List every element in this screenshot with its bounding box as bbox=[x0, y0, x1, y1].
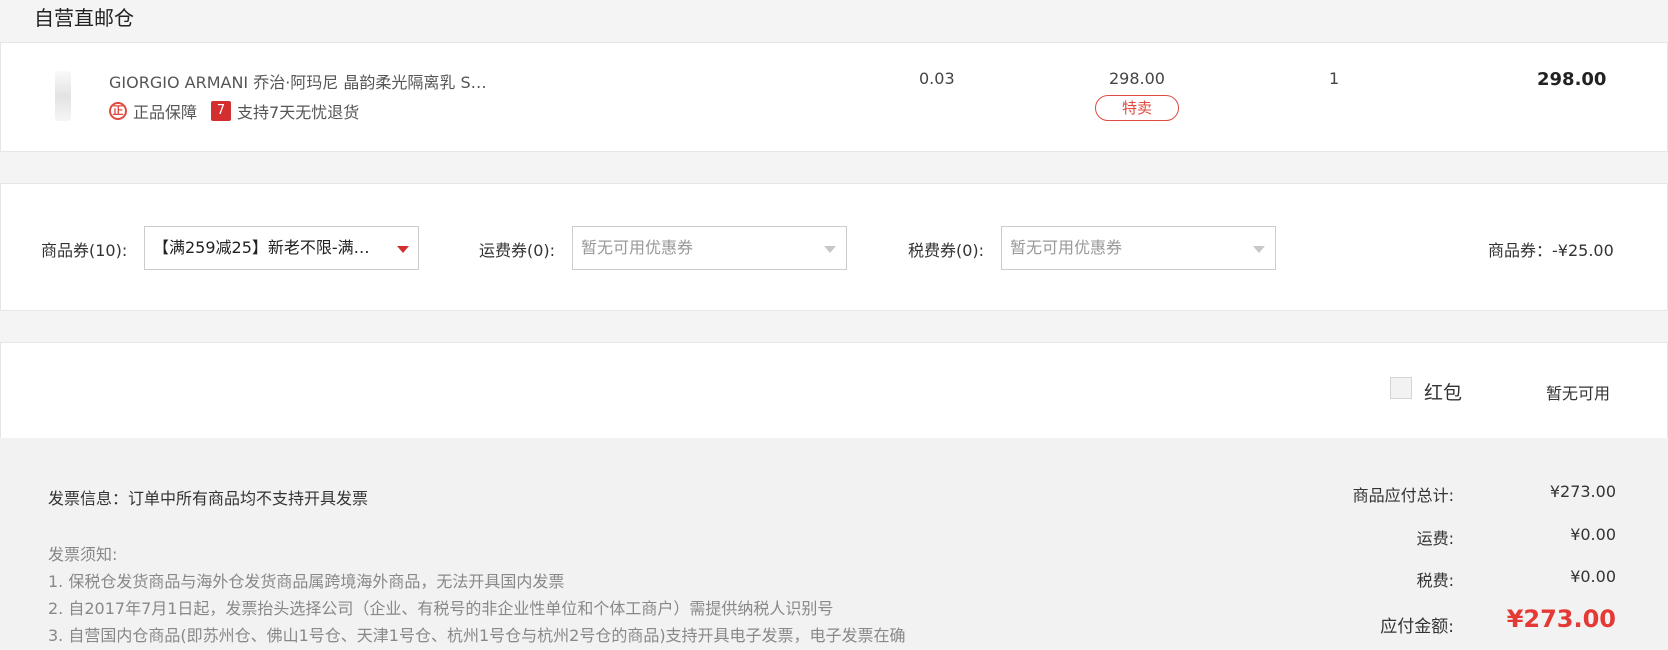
payable-label: 应付金额: bbox=[1380, 617, 1454, 637]
goods-total-label: 商品应付总计: bbox=[1352, 486, 1454, 505]
invoice-info: 发票信息：订单中所有商品均不支持开具发票 bbox=[48, 489, 369, 508]
tax-coupon-select[interactable]: 暂无可用优惠券 bbox=[1001, 226, 1276, 270]
goods-total-value: ¥273.00 bbox=[1549, 482, 1616, 501]
product-price: 298.00 bbox=[1109, 69, 1165, 88]
redpacket-status: 暂无可用 bbox=[1546, 384, 1611, 403]
product-badges: 正 正品保障 7 支持7天无忧退货 bbox=[109, 99, 359, 123]
special-sale-tag: 特卖 bbox=[1095, 95, 1179, 121]
genuine-icon: 正 bbox=[109, 102, 127, 120]
shipping-coupon-placeholder: 暂无可用优惠券 bbox=[581, 238, 694, 257]
seven-day-return-icon: 7 bbox=[211, 101, 232, 121]
shipping-fee-label: 运费: bbox=[1416, 529, 1454, 548]
tax-coupon-label: 税费券(0): bbox=[908, 241, 985, 260]
coupon-discount-summary: 商品券：-¥25.00 bbox=[1488, 241, 1614, 260]
redpacket-checkbox[interactable] bbox=[1390, 377, 1412, 399]
goods-coupon-select[interactable]: 【满259减25】新老不限-满… bbox=[144, 226, 419, 270]
goods-coupon-label: 商品券(10): bbox=[41, 241, 128, 260]
return-label: 支持7天无忧退货 bbox=[237, 103, 360, 122]
tax-fee-label: 税费: bbox=[1416, 571, 1454, 590]
invoice-notice: 发票须知: 1. 保税仓发货商品与海外仓发货商品属跨境海外商品，无法开具国内发票… bbox=[48, 541, 906, 649]
product-tax: 0.03 bbox=[919, 69, 955, 88]
product-subtotal: 298.00 bbox=[1537, 69, 1607, 90]
tax-fee-value: ¥0.00 bbox=[1570, 567, 1616, 586]
tax-coupon-placeholder: 暂无可用优惠券 bbox=[1010, 238, 1123, 257]
coupon-panel: 商品券(10): 【满259减25】新老不限-满… 运费券(0): 暂无可用优惠… bbox=[0, 183, 1668, 311]
invoice-notice-title: 发票须知: bbox=[48, 545, 118, 564]
chevron-down-icon[interactable] bbox=[397, 246, 409, 253]
redpacket-label: 红包 bbox=[1424, 382, 1463, 404]
goods-coupon-value: 【满259减25】新老不限-满… bbox=[153, 238, 370, 257]
chevron-down-icon[interactable] bbox=[1253, 246, 1265, 253]
product-row: GIORGIO ARMANI 乔治·阿玛尼 晶韵柔光隔离乳 S… 正 正品保障 … bbox=[0, 42, 1668, 152]
invoice-notice-item: 1. 保税仓发货商品与海外仓发货商品属跨境海外商品，无法开具国内发票 bbox=[48, 572, 565, 591]
payable-amount: ¥273.00 bbox=[1506, 605, 1616, 633]
chevron-down-icon[interactable] bbox=[824, 246, 836, 253]
shipping-fee-value: ¥0.00 bbox=[1570, 525, 1616, 544]
invoice-notice-item: 2. 自2017年7月1日起，发票抬头选择公司（企业、有税号的非企业性单位和个体… bbox=[48, 599, 834, 618]
warehouse-title: 自营直邮仓 bbox=[34, 6, 134, 30]
shipping-coupon-label: 运费券(0): bbox=[479, 241, 556, 260]
product-quantity: 1 bbox=[1329, 69, 1340, 88]
genuine-label: 正品保障 bbox=[133, 103, 198, 122]
product-thumbnail[interactable] bbox=[55, 71, 71, 121]
shipping-coupon-select[interactable]: 暂无可用优惠券 bbox=[572, 226, 847, 270]
product-name[interactable]: GIORGIO ARMANI 乔治·阿玛尼 晶韵柔光隔离乳 S… bbox=[109, 69, 487, 93]
invoice-notice-item: 3. 自营国内仓商品(即苏州仓、佛山1号仓、天津1号仓、杭州1号仓与杭州2号仓的… bbox=[48, 626, 906, 645]
